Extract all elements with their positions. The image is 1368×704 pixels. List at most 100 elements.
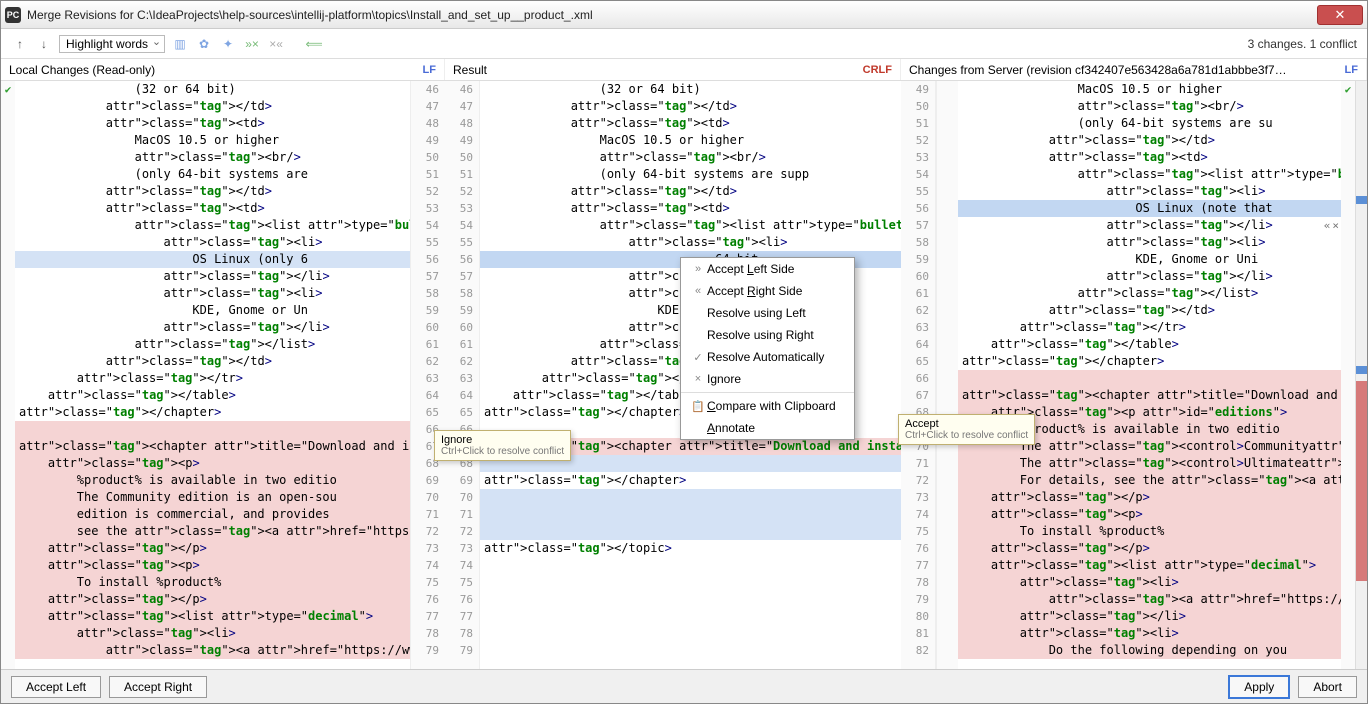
- menu-icon: 📋: [689, 400, 707, 413]
- server-markers: [936, 81, 958, 669]
- code-line: [958, 370, 1341, 387]
- apply-right-icon[interactable]: ×«: [267, 35, 285, 53]
- code-line: attr">class="tag"><list attr">type="bull…: [480, 217, 901, 234]
- code-line: attr">class="tag"></p>: [958, 489, 1341, 506]
- local-gutter: 4647484950515253545556575859606162636465…: [410, 81, 445, 669]
- code-line: attr">class="tag"><list attr">type="bull…: [15, 217, 410, 234]
- close-button[interactable]: ✕: [1317, 5, 1363, 25]
- code-line: attr">class="tag"></p>: [15, 591, 410, 608]
- code-line: KDE, Gnome or Uni: [958, 251, 1341, 268]
- code-line: (32 or 64 bit): [15, 81, 410, 98]
- menu-item[interactable]: ×Ignore: [681, 368, 854, 390]
- tooltip-title: Ignore: [441, 434, 564, 446]
- collapse-icon[interactable]: ▥: [171, 35, 189, 53]
- rollback-icon[interactable]: ⟸: [305, 35, 323, 53]
- code-line: attr">class="tag"></li>: [958, 268, 1341, 285]
- menu-label: Ignore: [707, 372, 741, 386]
- local-status-strip: ✔: [1, 81, 15, 669]
- code-line: attr">class="tag"></table>: [15, 387, 410, 404]
- abort-button[interactable]: Abort: [1298, 676, 1357, 698]
- menu-label: Resolve using Left: [707, 306, 806, 320]
- menu-item[interactable]: Resolve using Left: [681, 302, 854, 324]
- code-line: [480, 489, 901, 506]
- code-line: attr">class="tag"></td>: [480, 98, 901, 115]
- code-line: The attr">class="tag"><control>Ultimatea…: [958, 455, 1341, 472]
- settings-icon[interactable]: ✿: [195, 35, 213, 53]
- code-line: attr">class="tag"></li>: [958, 217, 1341, 234]
- code-line: attr">class="tag"></tr>: [958, 319, 1341, 336]
- code-line: (32 or 64 bit): [480, 81, 901, 98]
- app-icon: PC: [5, 7, 21, 23]
- result-header-label: Result: [453, 63, 487, 77]
- code-line: The Community edition is an open-sou: [15, 489, 410, 506]
- menu-icon: ×: [689, 373, 707, 385]
- local-eol: LF: [423, 64, 436, 76]
- code-line: attr">class="tag"></chapter>: [480, 472, 901, 489]
- highlight-select[interactable]: Highlight words: [59, 35, 165, 53]
- code-line: attr">class="tag"></p>: [15, 540, 410, 557]
- accept-right-button[interactable]: Accept Right: [109, 676, 207, 698]
- code-line: attr">class="tag"></chapter>: [15, 404, 410, 421]
- code-line: attr">class="tag"><list attr">type="deci…: [15, 608, 410, 625]
- tooltip-sub: Ctrl+Click to resolve conflict: [905, 430, 1028, 441]
- code-line: attr">class="tag"></chapter>: [958, 353, 1341, 370]
- context-menu[interactable]: »Accept Left Side«Accept Right Side Resol…: [680, 257, 855, 440]
- tooltip-sub: Ctrl+Click to resolve conflict: [441, 446, 564, 457]
- menu-item[interactable]: ✓Resolve Automatically: [681, 346, 854, 368]
- code-line: attr">class="tag"><list attr">type="bull…: [958, 166, 1341, 183]
- menu-icon: ✓: [689, 351, 707, 364]
- result-gutter: 4647484950515253545556575859606162636465…: [445, 81, 480, 669]
- apply-button[interactable]: Apply: [1228, 675, 1290, 699]
- code-line: attr">class="tag"><td>: [480, 200, 901, 217]
- code-line: attr">class="tag"><chapter attr">title="…: [15, 438, 410, 455]
- menu-item[interactable]: 📋Compare with Clipboard: [681, 395, 854, 417]
- code-line: attr">class="tag"></li>: [958, 608, 1341, 625]
- code-line: [480, 506, 901, 523]
- code-line: attr">class="tag"><p>: [958, 506, 1341, 523]
- code-line: MacOS 10.5 or higher: [480, 132, 901, 149]
- server-code[interactable]: MacOS 10.5 or higher attr">class="tag"><…: [958, 81, 1341, 669]
- code-line: attr">class="tag"><td>: [480, 115, 901, 132]
- code-line: To install %product%: [958, 523, 1341, 540]
- code-line: attr">class="tag"><p>: [15, 455, 410, 472]
- result-eol: CRLF: [863, 64, 892, 76]
- code-line: attr">class="tag"></list>: [15, 336, 410, 353]
- server-eol: LF: [1345, 64, 1358, 76]
- server-scrollmark[interactable]: [1355, 81, 1367, 669]
- prev-diff-icon[interactable]: ↑: [11, 35, 29, 53]
- code-line: [480, 642, 901, 659]
- menu-item[interactable]: Resolve using Right: [681, 324, 854, 346]
- code-line: attr">class="tag"><li>: [958, 625, 1341, 642]
- magic-resolve-icon[interactable]: ✦: [219, 35, 237, 53]
- code-line: attr">class="tag"><li>: [480, 234, 901, 251]
- code-line: attr">class="tag"><li>: [958, 234, 1341, 251]
- apply-left-icon[interactable]: »×: [243, 35, 261, 53]
- local-header: Local Changes (Read-only) LF: [1, 59, 445, 80]
- menu-item[interactable]: »Accept Left Side: [681, 258, 854, 280]
- code-line: [480, 591, 901, 608]
- code-line: attr">class="tag"><li>: [15, 285, 410, 302]
- code-line: edition is commercial, and provides: [15, 506, 410, 523]
- code-line: (only 64-bit systems are: [15, 166, 410, 183]
- code-line: attr">class="tag"></p>: [958, 540, 1341, 557]
- ignore-tooltip: Ignore Ctrl+Click to resolve conflict: [434, 430, 571, 461]
- server-gutter: 4950515253545556575859606162636465666768…: [901, 81, 936, 669]
- code-line: attr">class="tag"></td>: [958, 132, 1341, 149]
- code-line: [480, 557, 901, 574]
- server-status-strip: ✔: [1341, 81, 1355, 669]
- changes-status: 3 changes. 1 conflict: [1248, 37, 1357, 51]
- code-line: MacOS 10.5 or higher: [15, 132, 410, 149]
- next-diff-icon[interactable]: ↓: [35, 35, 53, 53]
- code-line: attr">class="tag"></topic>: [480, 540, 901, 557]
- code-line: attr">class="tag"><p>: [15, 557, 410, 574]
- code-line: attr">class="tag"><li>: [958, 574, 1341, 591]
- code-line: %product% is available in two editio: [15, 472, 410, 489]
- menu-item[interactable]: «Accept Right Side: [681, 280, 854, 302]
- menu-item[interactable]: Annotate: [681, 417, 854, 439]
- code-line: To install %product%: [15, 574, 410, 591]
- local-code[interactable]: (32 or 64 bit) attr">class="tag"></td> a…: [15, 81, 410, 669]
- accept-left-button[interactable]: Accept Left: [11, 676, 101, 698]
- menu-icon: «: [689, 285, 707, 297]
- code-line: attr">class="tag"><br/>: [480, 149, 901, 166]
- code-line: attr">class="tag"><td>: [15, 115, 410, 132]
